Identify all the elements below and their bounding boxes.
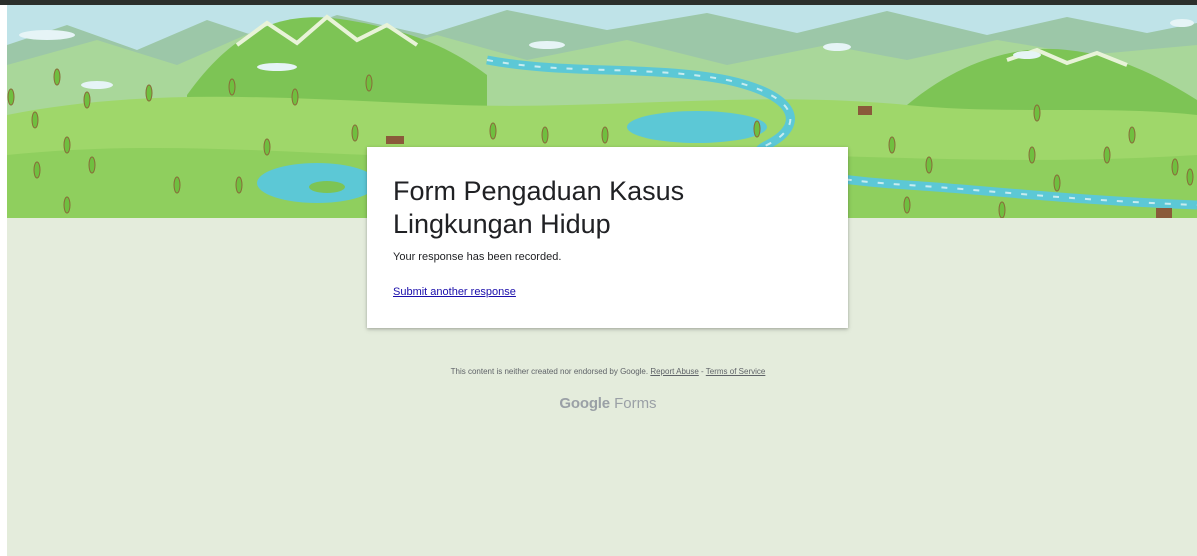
terms-of-service-link[interactable]: Terms of Service: [706, 367, 766, 376]
footer-disclaimer: This content is neither created nor endo…: [0, 367, 1197, 376]
google-wordmark: Google: [559, 395, 610, 412]
confirmation-message: Your response has been recorded.: [393, 251, 562, 263]
footer-separator: -: [698, 367, 706, 376]
google-forms-logo[interactable]: Google Forms: [0, 395, 1197, 412]
disclaimer-text: This content is neither created nor endo…: [450, 367, 649, 376]
submit-another-response-link[interactable]: Submit another response: [393, 286, 516, 298]
confirmation-card: Form Pengaduan Kasus Lingkungan Hidup Yo…: [367, 147, 848, 328]
form-title: Form Pengaduan Kasus Lingkungan Hidup: [393, 176, 685, 239]
forms-wordmark: Forms: [614, 395, 657, 412]
report-abuse-link[interactable]: Report Abuse: [650, 367, 698, 376]
